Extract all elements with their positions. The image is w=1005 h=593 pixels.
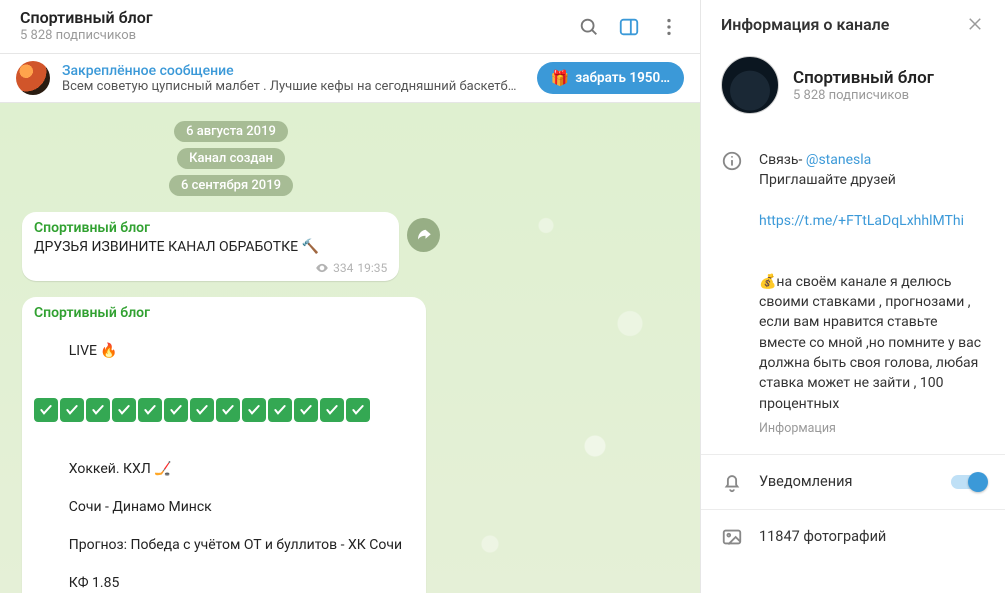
- pinned-body: Всем советую цуписный малбет . Лучшие ке…: [62, 79, 525, 94]
- pinned-action-button[interactable]: 🎁 забрать 1950…: [537, 62, 684, 94]
- message-sender: Спортивный блог: [34, 220, 387, 236]
- message-line: Прогноз: Победа с учётом ОТ и буллитов -…: [69, 537, 402, 553]
- chat-header: Спортивный блог 5 828 подписчиков: [0, 0, 700, 54]
- check-icon: [320, 398, 344, 422]
- message-bubble[interactable]: Спортивный блог ДРУЗЬЯ ИЗВИНИТЕ КАНАЛ ОБ…: [22, 212, 399, 281]
- chat-subscribers: 5 828 подписчиков: [20, 28, 578, 45]
- message-line: LIVE 🔥: [69, 343, 118, 359]
- message-meta: 334 19:35: [305, 261, 387, 275]
- pinned-message-bar[interactable]: Закреплённое сообщение Всем советую цупи…: [0, 54, 700, 103]
- pinned-button-label: забрать 1950…: [575, 70, 670, 86]
- info-caption: Информация: [759, 420, 985, 438]
- image-icon: [721, 526, 743, 548]
- sidebar-toggle-icon[interactable]: [618, 16, 640, 38]
- check-icon: [34, 398, 58, 422]
- check-icon: [112, 398, 136, 422]
- header-actions: [578, 16, 680, 38]
- message-line: Хоккей. КХЛ 🏒: [69, 461, 172, 477]
- check-icon: [164, 398, 188, 422]
- search-icon[interactable]: [578, 16, 600, 38]
- channel-subscribers: 5 828 подписчиков: [793, 88, 934, 103]
- pinned-title: Закреплённое сообщение: [62, 63, 525, 79]
- message-bubble[interactable]: Спортивный блог LIVE 🔥 Хоккей. КХЛ 🏒 Соч…: [22, 297, 426, 593]
- checkmark-row: [34, 398, 414, 422]
- message-body: ДРУЗЬЯ ИЗВИНИТЕ КАНАЛ ОБРАБОТКЕ 🔨: [34, 239, 319, 255]
- info-icon: [721, 150, 743, 172]
- gift-icon: 🎁: [551, 69, 570, 87]
- message-body: LIVE 🔥 Хоккей. КХЛ 🏒 Сочи - Динамо Минск…: [34, 323, 414, 593]
- invite-text: Приглашайте друзей: [759, 172, 896, 188]
- panel-about-body: Связь- @stanesla Приглашайте друзей http…: [759, 150, 985, 438]
- panel-header: Информация о канале: [701, 0, 1005, 46]
- check-icon: [60, 398, 84, 422]
- message-time: 19:35: [357, 261, 387, 275]
- messages-area[interactable]: 6 августа 2019 Канал создан 6 сентября 2…: [0, 103, 700, 593]
- message-views: 334: [333, 261, 353, 275]
- notifications-label: Уведомления: [759, 473, 935, 490]
- date-separator: 6 августа 2019: [174, 121, 288, 142]
- chat-main: Спортивный блог 5 828 подписчиков Закреп…: [0, 0, 700, 593]
- check-icon: [86, 398, 110, 422]
- panel-profile[interactable]: Спортивный блог 5 828 подписчиков: [701, 46, 1005, 134]
- contact-prefix: Связь-: [759, 152, 802, 168]
- message-line: КФ 1.85: [69, 575, 120, 591]
- date-separator: 6 сентября 2019: [169, 175, 293, 196]
- channel-description: 💰на своём канале я делюсь своими ставкам…: [759, 274, 981, 412]
- check-icon: [216, 398, 240, 422]
- share-button[interactable]: [407, 218, 440, 252]
- check-icon: [190, 398, 214, 422]
- system-message: Канал создан: [177, 148, 285, 169]
- pinned-text: Закреплённое сообщение Всем советую цупи…: [62, 63, 525, 94]
- check-icon: [294, 398, 318, 422]
- views-icon: [315, 261, 329, 275]
- channel-avatar: [721, 56, 779, 114]
- chat-title-area[interactable]: Спортивный блог 5 828 подписчиков: [20, 8, 578, 44]
- chat-title: Спортивный блог: [20, 8, 578, 27]
- channel-name: Спортивный блог: [793, 68, 934, 88]
- message-row: Спортивный блог ДРУЗЬЯ ИЗВИНИТЕ КАНАЛ ОБ…: [22, 212, 440, 281]
- message-line: Сочи - Динамо Минск: [69, 499, 212, 515]
- notifications-row: Уведомления: [701, 455, 1005, 509]
- panel-about-section: Связь- @stanesla Приглашайте друзей http…: [701, 134, 1005, 454]
- pinned-avatar: [16, 61, 50, 95]
- check-icon: [346, 398, 370, 422]
- check-icon: [138, 398, 162, 422]
- photos-count: 11847 фотографий: [759, 528, 886, 545]
- invite-link[interactable]: https://t.me/+FTtLaDqLxhhlMThi: [759, 213, 964, 229]
- message-sender: Спортивный блог: [34, 305, 414, 321]
- channel-info-panel: Информация о канале Спортивный блог 5 82…: [700, 0, 1005, 593]
- panel-title: Информация о канале: [721, 15, 889, 34]
- check-icon: [242, 398, 266, 422]
- photos-row[interactable]: 11847 фотографий: [701, 510, 1005, 564]
- close-icon[interactable]: [965, 14, 985, 34]
- check-icon: [268, 398, 292, 422]
- message-row: Спортивный блог LIVE 🔥 Хоккей. КХЛ 🏒 Соч…: [22, 297, 440, 593]
- bell-icon: [721, 471, 743, 493]
- notifications-toggle[interactable]: [951, 475, 985, 489]
- more-icon[interactable]: [658, 16, 680, 38]
- contact-handle-link[interactable]: @stanesla: [806, 152, 871, 168]
